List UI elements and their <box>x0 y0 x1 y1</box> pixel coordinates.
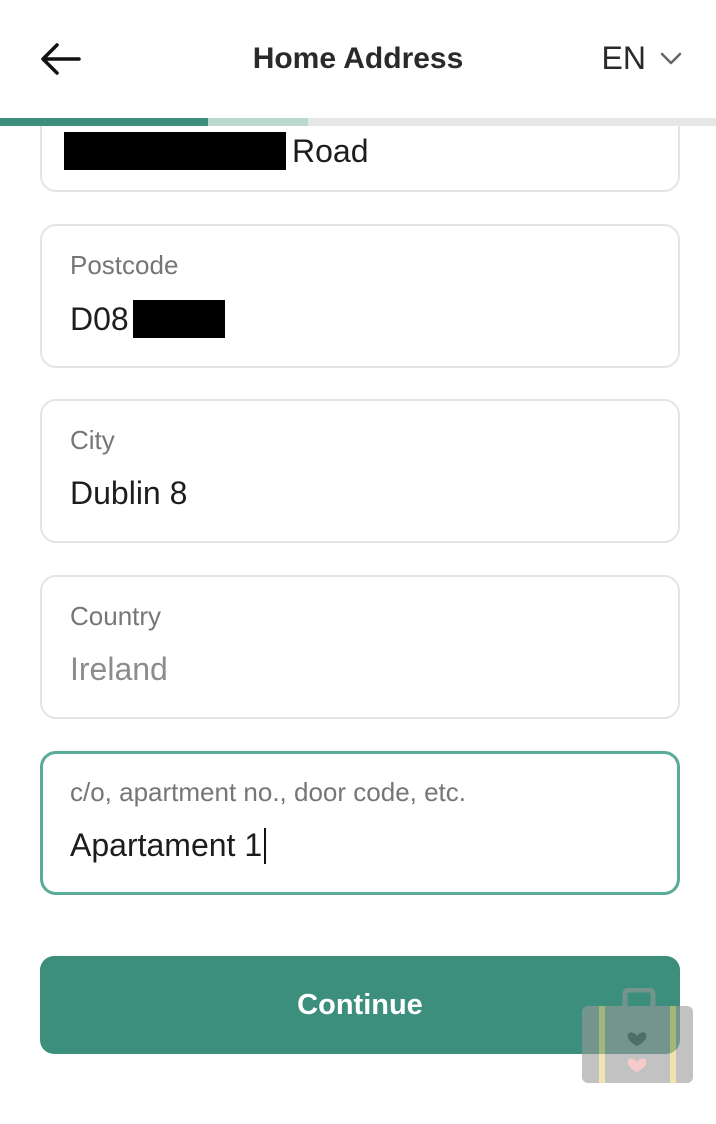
city-label: City <box>70 425 115 455</box>
apartment-field[interactable]: c/o, apartment no., door code, etc. Apar… <box>40 751 680 895</box>
language-code: EN <box>601 40 646 76</box>
text-cursor <box>264 827 267 864</box>
chevron-down-icon <box>660 52 682 64</box>
progress-bar <box>0 118 716 126</box>
address-form: Road Postcode D08 City Dublin 8 Country … <box>0 126 716 1124</box>
postcode-field[interactable]: Postcode D08 <box>40 224 680 368</box>
street-value-suffix: Road <box>292 132 369 169</box>
city-field[interactable]: City Dublin 8 <box>40 399 680 543</box>
top-bar: Home Address EN <box>0 0 716 118</box>
postcode-label: Postcode <box>70 250 179 280</box>
redacted-postcode <box>132 300 225 338</box>
postcode-value-prefix: D08 <box>70 300 129 337</box>
arrow-left-icon <box>41 43 81 75</box>
street-field[interactable]: Road <box>40 126 680 192</box>
progress-completed <box>0 118 208 126</box>
back-button[interactable] <box>36 36 84 82</box>
language-selector[interactable]: EN <box>602 40 682 77</box>
apartment-value: Apartament 1 <box>70 827 263 863</box>
country-field[interactable]: Country Ireland <box>40 575 680 719</box>
progress-current-step <box>207 118 308 126</box>
redacted-street-name <box>64 132 286 170</box>
city-value: Dublin 8 <box>70 475 188 511</box>
country-label: Country <box>70 601 162 631</box>
apartment-label: c/o, apartment no., door code, etc. <box>70 777 467 807</box>
country-value: Ireland <box>70 651 168 687</box>
suitcase-heart-icon[interactable] <box>581 988 694 1084</box>
